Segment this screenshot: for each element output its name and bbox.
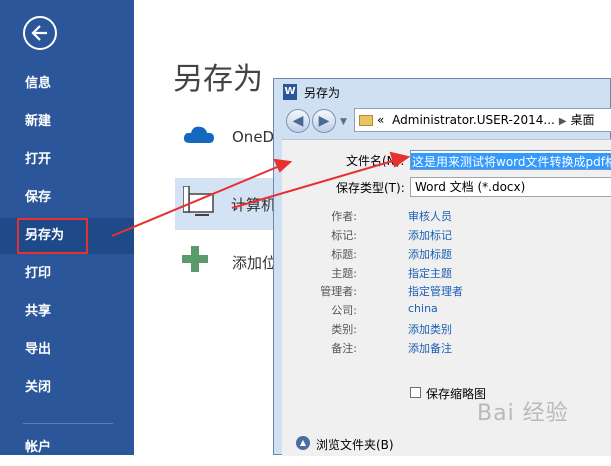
baidu-watermark: Bai 经验 [477,401,569,426]
arrow-head-filename [389,151,411,168]
arrow-line-to-filename [231,159,397,209]
arrow-head-dialog [273,158,293,173]
annotation-arrows [111,151,411,237]
